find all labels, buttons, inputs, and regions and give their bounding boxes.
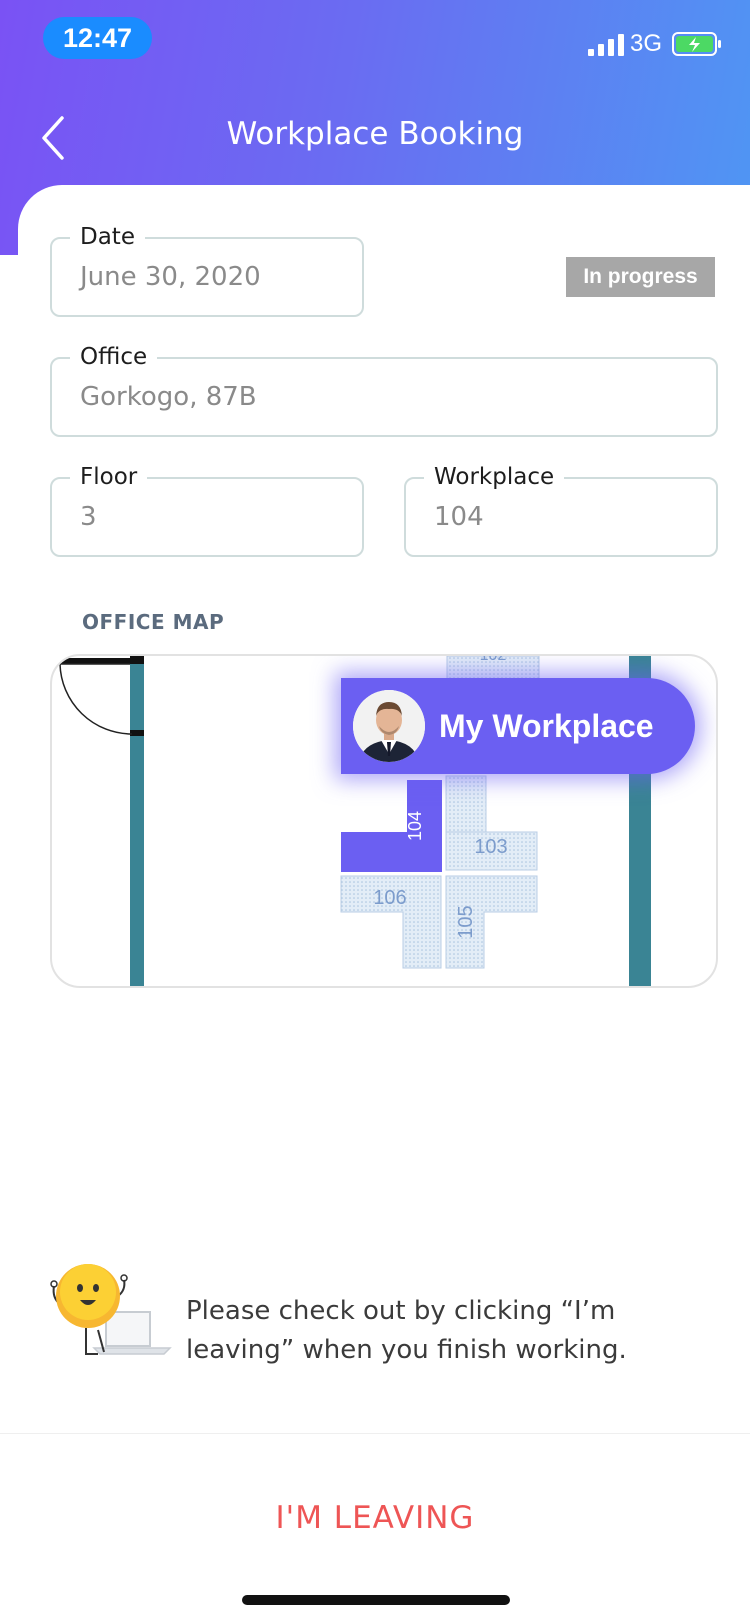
desk-106-label: 106 (373, 887, 406, 909)
status-bar: 12:47 3G (0, 0, 750, 80)
checkout-hint: Please check out by clicking “I’m leavin… (186, 1296, 627, 1365)
status-badge: In progress (566, 257, 715, 297)
floor-label: Floor (70, 462, 148, 492)
date-field[interactable]: Date June 30, 2020 (50, 222, 364, 317)
im-leaving-button[interactable]: I'M LEAVING (0, 1500, 750, 1536)
my-workplace-marker[interactable]: My Workplace (341, 678, 695, 774)
network-type: 3G (630, 30, 663, 57)
desk-103[interactable]: 103 (445, 831, 538, 871)
user-avatar-icon (353, 690, 425, 762)
floor-field[interactable]: Floor 3 (50, 462, 364, 557)
floor-value: 3 (80, 502, 97, 532)
desk-104-label: 104 (405, 811, 425, 841)
avatar (353, 690, 425, 762)
page-title: Workplace Booking (226, 116, 524, 152)
home-indicator (242, 1595, 510, 1605)
wall-left (130, 656, 144, 986)
workplace-field[interactable]: Workplace 104 (404, 462, 718, 557)
office-field[interactable]: Office Gorkogo, 87B (50, 342, 718, 437)
battery-charging-icon (672, 32, 721, 56)
workplace-value: 104 (434, 502, 484, 532)
desk-105-label: 105 (455, 905, 477, 938)
desk-104[interactable]: 104 (341, 780, 442, 872)
date-value: June 30, 2020 (80, 262, 261, 292)
desk-106[interactable]: 106 (340, 875, 442, 969)
my-workplace-label: My Workplace (439, 708, 654, 744)
office-map-title: OFFICE MAP (82, 610, 225, 634)
date-label: Date (70, 222, 145, 252)
office-value: Gorkogo, 87B (80, 382, 257, 412)
office-label: Office (70, 342, 158, 372)
office-map[interactable]: 102 104 103 106 105 (50, 654, 718, 988)
desk-105[interactable]: 105 (445, 875, 538, 969)
workplace-label: Workplace (424, 462, 565, 492)
desk-103-label: 103 (474, 836, 507, 858)
bottom-divider (0, 1433, 750, 1434)
status-time: 12:47 (43, 17, 152, 59)
desk-102-label: 102 (480, 656, 507, 664)
smiley-laptop-icon (50, 1264, 172, 1355)
signal-icon (588, 34, 624, 56)
